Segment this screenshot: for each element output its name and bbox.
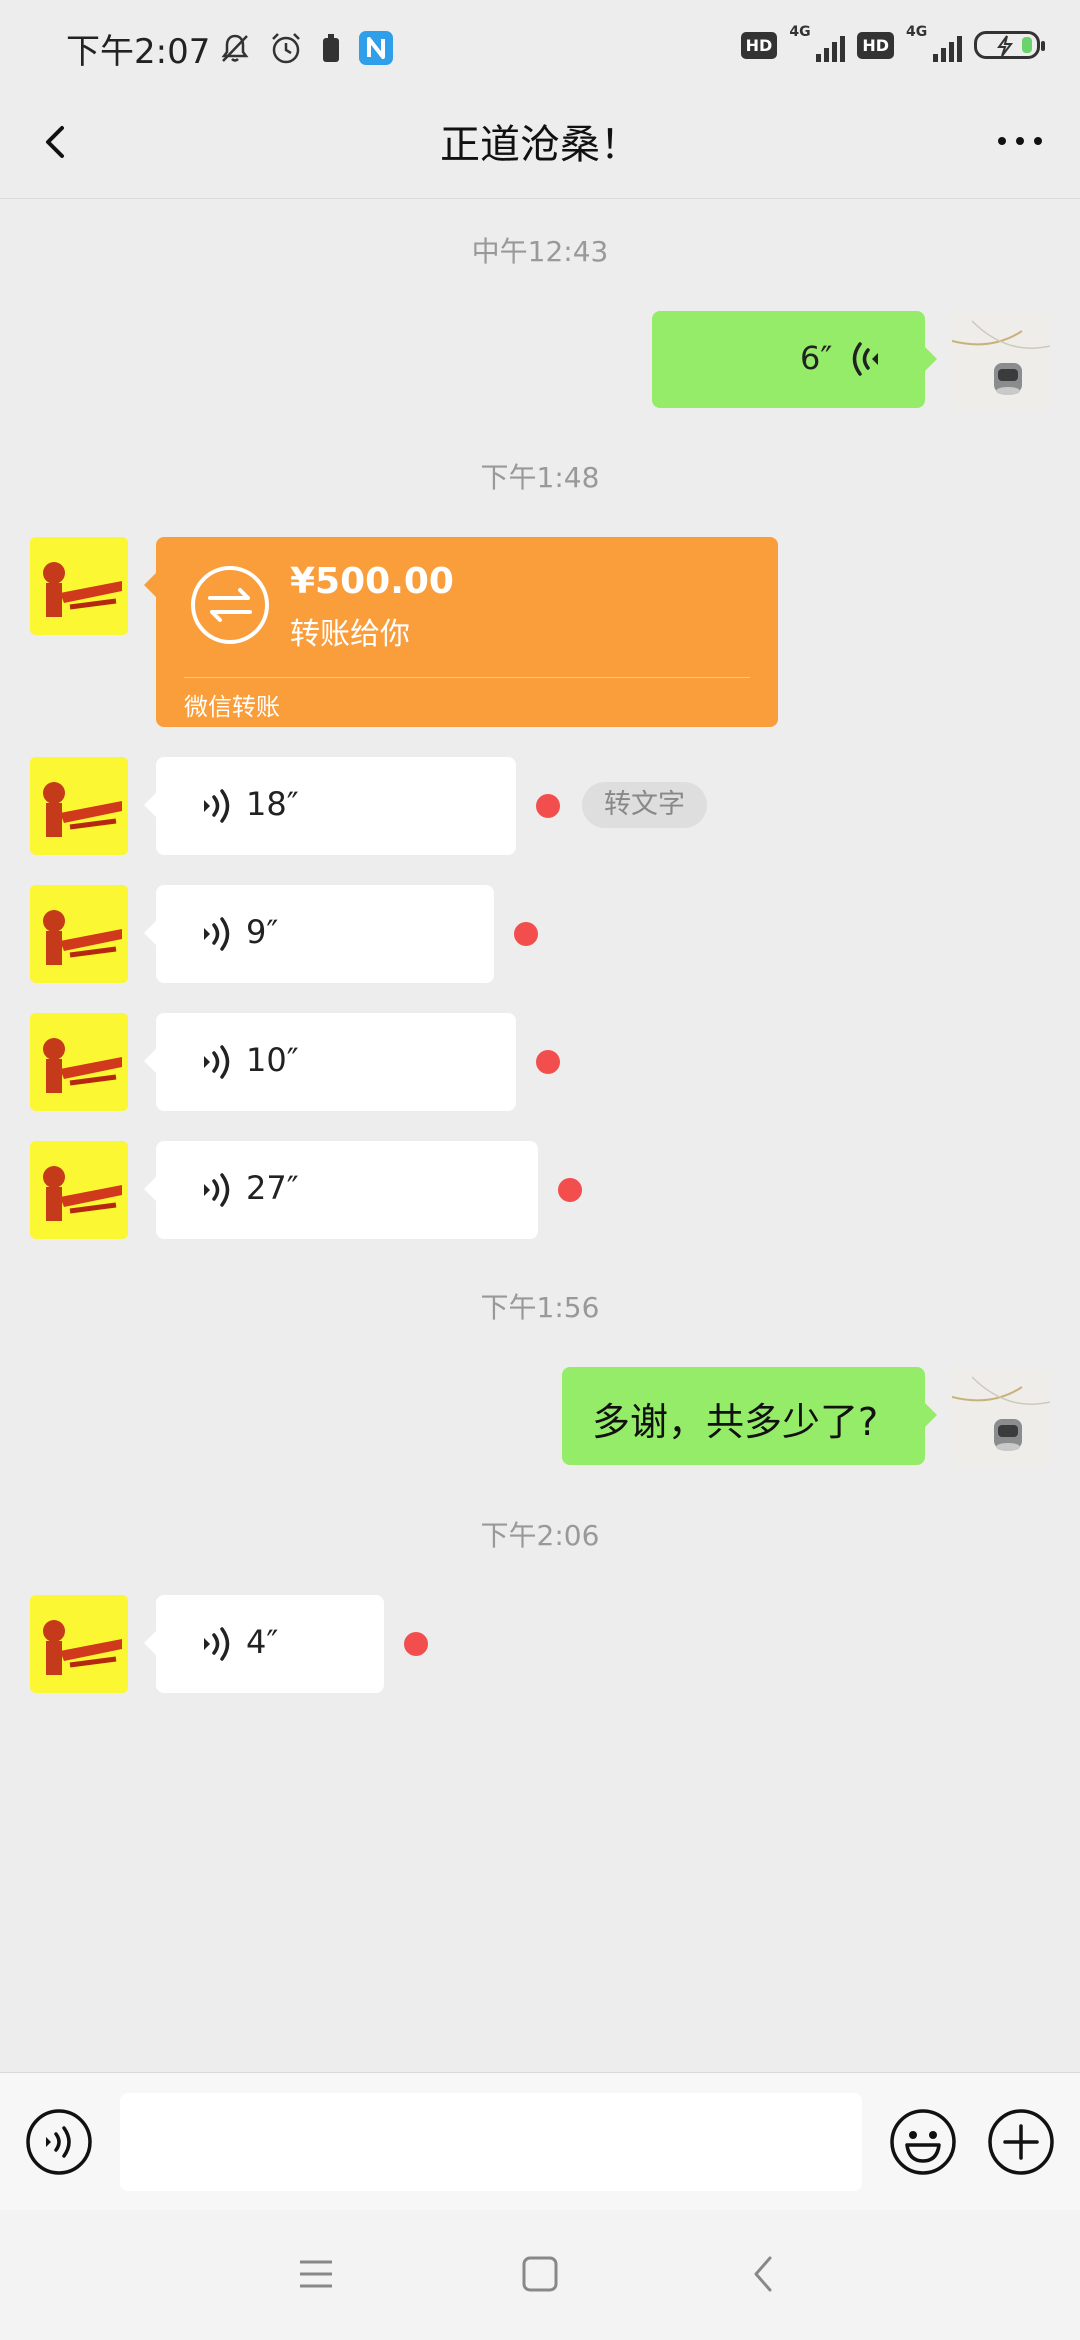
voice-duration: 6″ <box>800 339 833 377</box>
avatar-friend[interactable] <box>30 757 128 855</box>
bell-off-icon <box>218 31 252 65</box>
avatar-friend[interactable] <box>30 885 128 983</box>
battery-charging-icon <box>974 31 1045 59</box>
status-bar: 下午2:07 HD 4G HD 4G <box>0 0 1080 92</box>
timestamp: 下午1:48 <box>480 461 600 494</box>
signal-icon-2: 4G <box>906 24 962 62</box>
back-icon[interactable] <box>742 2252 786 2296</box>
home-icon[interactable] <box>518 2252 562 2296</box>
alarm-icon <box>268 30 304 66</box>
message-text: 多谢，共多少了? <box>592 1400 879 1444</box>
unread-dot <box>514 922 538 946</box>
chat-header: 正道沧桑！ <box>0 92 1080 199</box>
app-n-icon <box>358 30 394 66</box>
voice-duration: 27″ <box>246 1169 299 1207</box>
voice-duration: 10″ <box>246 1041 299 1079</box>
voice-wave-icon <box>196 1625 232 1663</box>
voice-duration: 18″ <box>246 785 299 823</box>
unread-dot <box>404 1632 428 1656</box>
transfer-subtitle: 转账给你 <box>290 617 410 652</box>
more-horizontal-icon[interactable] <box>990 116 1050 166</box>
avatar-self[interactable] <box>952 1367 1050 1465</box>
battery-saver-icon <box>320 32 342 64</box>
system-nav-bar <box>0 2210 1080 2340</box>
timestamp: 中午12:43 <box>471 235 609 268</box>
chat-title: 正道沧桑！ <box>440 122 640 168</box>
hd-badge-1: HD <box>740 31 778 59</box>
text-message-self[interactable]: 多谢，共多少了? <box>562 1367 937 1465</box>
transfer-icon <box>190 565 270 645</box>
voice-wave-icon <box>196 915 232 953</box>
avatar-friend[interactable] <box>30 1141 128 1239</box>
status-time: 下午2:07 <box>66 32 211 72</box>
voice-message[interactable]: 4″ <box>144 1595 384 1693</box>
voice-input-icon[interactable] <box>24 2107 94 2177</box>
voice-message[interactable]: 9″ <box>144 885 494 983</box>
voice-duration: 9″ <box>246 913 279 951</box>
message-input[interactable] <box>120 2093 862 2191</box>
transfer-amount: ¥500.00 <box>290 561 454 602</box>
divider <box>184 677 750 678</box>
hd-badge-2: HD <box>857 31 894 59</box>
voice-message-self[interactable]: 6″ <box>652 311 937 408</box>
unread-dot <box>536 1050 560 1074</box>
menu-icon[interactable] <box>294 2252 338 2296</box>
timestamp: 下午1:56 <box>480 1291 600 1324</box>
avatar-friend[interactable] <box>30 537 128 635</box>
convert-to-text-button[interactable]: 转文字 <box>582 782 707 828</box>
emoji-icon[interactable] <box>888 2107 958 2177</box>
timestamp: 下午2:06 <box>480 1519 600 1552</box>
voice-wave-icon <box>196 1043 232 1081</box>
chat-input-bar <box>0 2072 1080 2211</box>
voice-message[interactable]: 10″ <box>144 1013 516 1111</box>
voice-wave-icon <box>196 787 232 825</box>
voice-message[interactable]: 18″ <box>144 757 516 855</box>
transfer-card[interactable]: ¥500.00 转账给你 微信转账 <box>144 537 778 727</box>
unread-dot <box>558 1178 582 1202</box>
avatar-self[interactable] <box>952 311 1050 409</box>
avatar-friend[interactable] <box>30 1595 128 1693</box>
voice-wave-icon <box>196 1171 232 1209</box>
voice-message[interactable]: 27″ <box>144 1141 538 1239</box>
unread-dot <box>536 794 560 818</box>
voice-wave-icon <box>850 339 886 379</box>
voice-duration: 4″ <box>246 1623 279 1661</box>
signal-icon-1: 4G <box>789 24 846 62</box>
transfer-footer: 微信转账 <box>184 693 280 721</box>
plus-icon[interactable] <box>986 2107 1056 2177</box>
avatar-friend[interactable] <box>30 1013 128 1111</box>
